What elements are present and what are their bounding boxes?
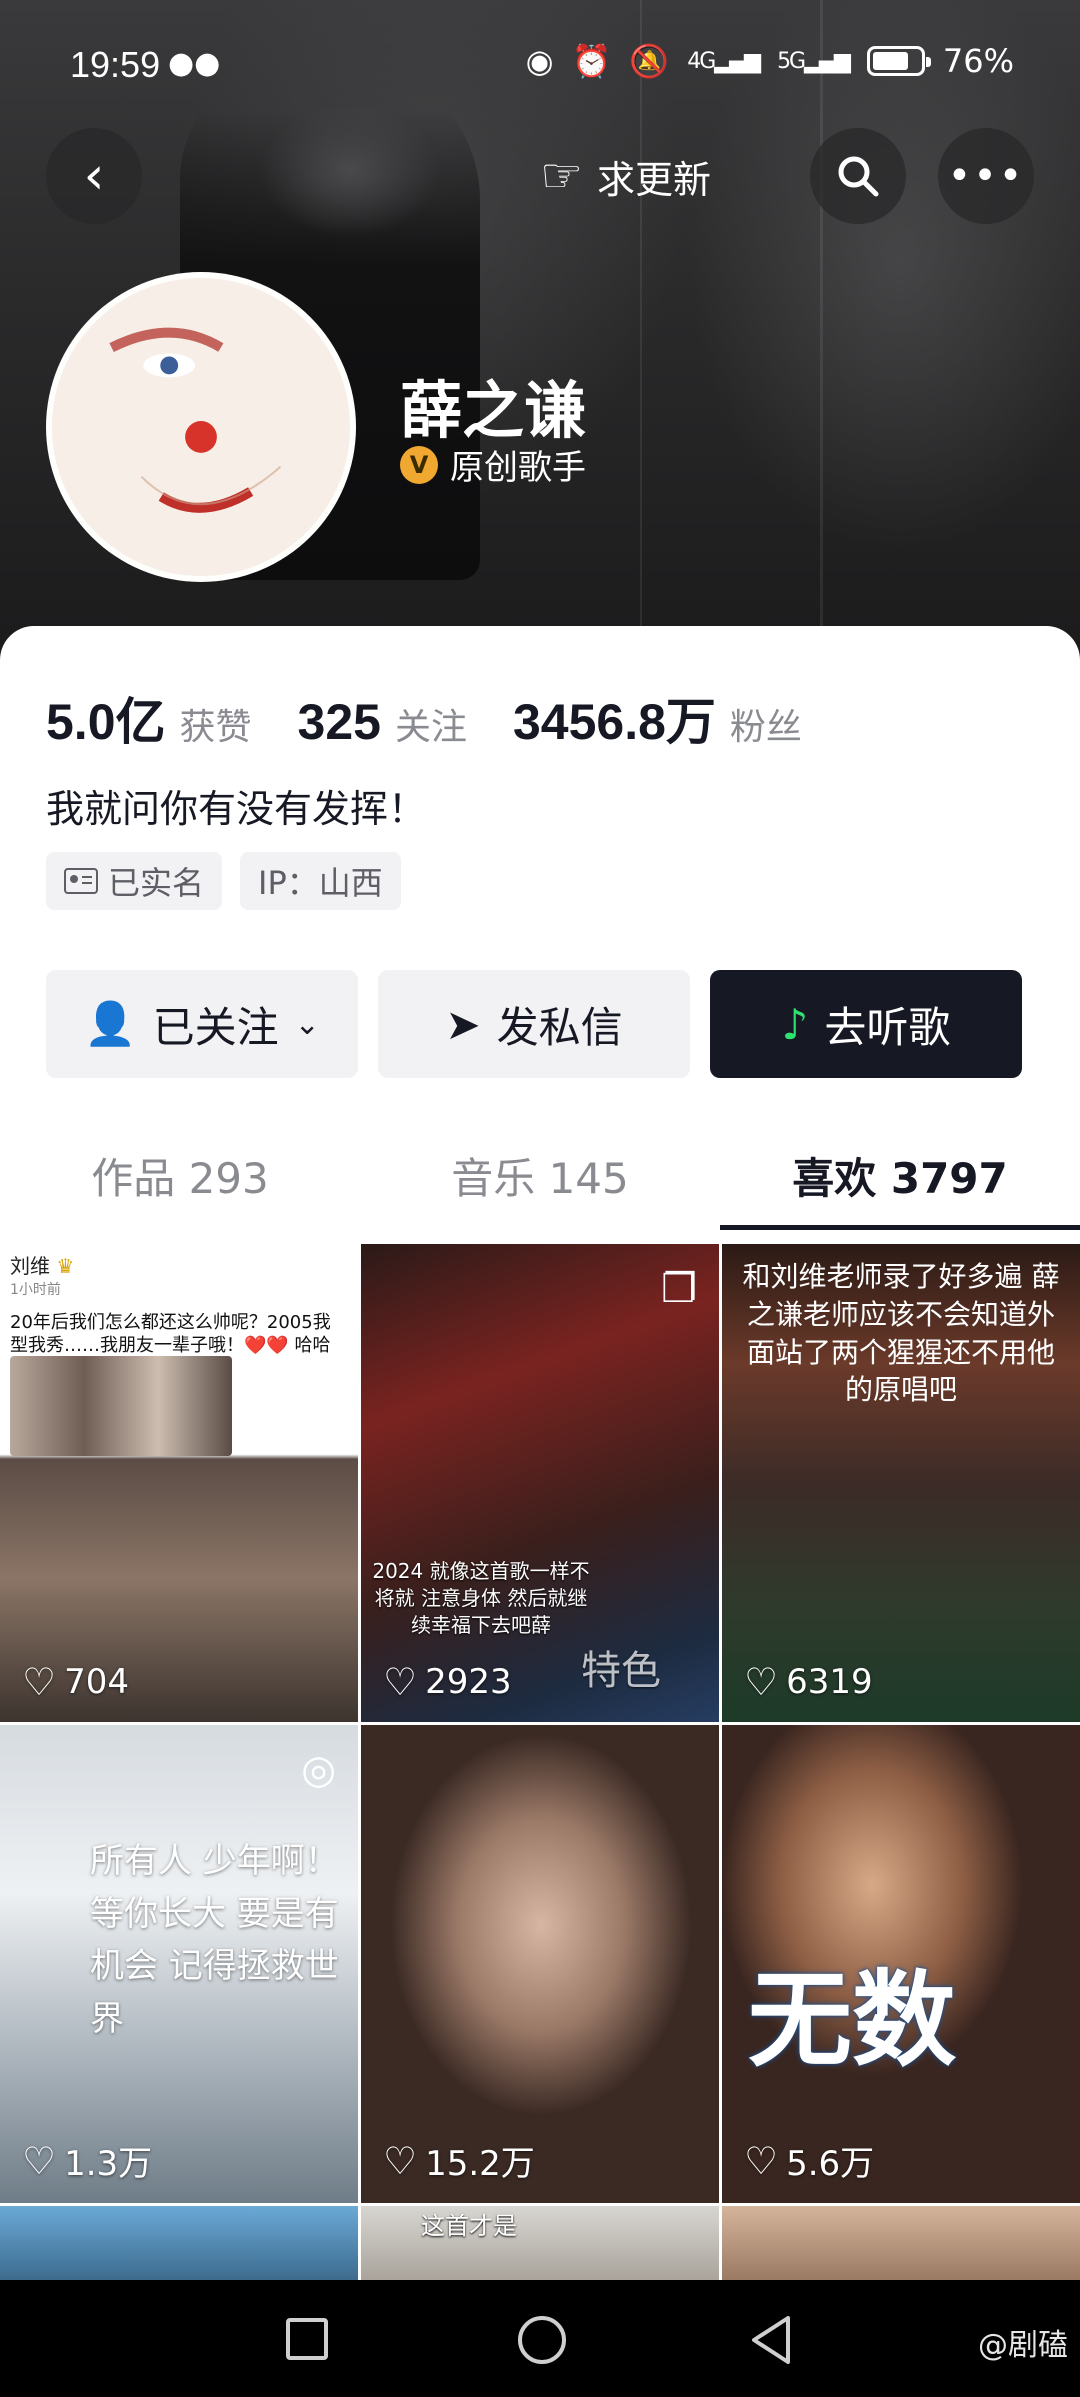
hand-point-icon: ☞: [540, 148, 584, 204]
post-time: 1小时前: [10, 1282, 61, 1298]
heart-icon: ♡: [22, 1660, 57, 1704]
video-thumbnail[interactable]: 这首才是: [361, 2206, 719, 2280]
message-label: 发私信: [496, 1002, 623, 1052]
heart-icon: ♡: [383, 1660, 418, 1704]
battery-icon: [866, 46, 931, 76]
profile-info-sheet: 5.0亿 获赞 325 关注 3456.8万 粉丝 我就问你有没有发挥！ 已实名…: [0, 626, 1080, 1246]
verified-badge-icon: V: [400, 445, 438, 484]
action-buttons: 👤 已关注 ⌄ ➤ 发私信 ♪ 去听歌: [46, 970, 1022, 1078]
battery-percent: 76%: [942, 42, 1014, 80]
id-card-icon: [64, 868, 98, 894]
stat-label: 粉丝: [729, 707, 802, 748]
heart-icon: ♡: [744, 2138, 779, 2183]
like-count: ♡ 6319: [744, 1660, 873, 1704]
post-photos: [10, 1356, 232, 1456]
send-icon: ➤: [445, 999, 481, 1049]
back-button[interactable]: ‹: [46, 128, 142, 224]
heart-icon: ♡: [383, 2138, 418, 2183]
ip-tag: IP：山西: [240, 852, 401, 910]
request-update-label: 求更新: [597, 157, 712, 202]
music-note-icon: ♪: [781, 999, 809, 1049]
more-icon: •••: [947, 153, 1025, 199]
eye-icon: ◉: [525, 42, 554, 80]
video-thumbnail[interactable]: [722, 2206, 1080, 2280]
avatar[interactable]: [46, 272, 356, 582]
listen-label: 去听歌: [824, 1002, 951, 1052]
status-time: 19:59: [70, 44, 161, 85]
like-count: ♡ 2923: [383, 1660, 512, 1704]
followed-button[interactable]: 👤 已关注 ⌄: [46, 970, 358, 1078]
search-button[interactable]: [810, 128, 906, 224]
video-thumbnail[interactable]: [0, 2206, 358, 2280]
chevron-down-icon: ⌄: [294, 1006, 320, 1042]
more-button[interactable]: •••: [938, 128, 1034, 224]
status-bar: 19:59 ●● ◉ ⏰ 🔕 4G▂▄▆ 5G▂▄▆ 76%: [0, 0, 1080, 130]
tag-row: 已实名 IP：山西: [46, 852, 401, 910]
listen-button[interactable]: ♪ 去听歌: [710, 970, 1022, 1078]
realname-label: 已实名: [108, 864, 205, 902]
bio-text: 我就问你有没有发挥！: [46, 787, 427, 831]
video-caption: 2024 就像这首歌一样不将就 注意身体 然后就继续幸福下去吧薛: [372, 1559, 590, 1637]
tab-likes[interactable]: 喜欢 3797: [720, 1120, 1080, 1230]
home-button[interactable]: [518, 2316, 566, 2364]
stat-label: 关注: [394, 707, 467, 748]
user-check-icon: 👤: [84, 999, 137, 1048]
mute-icon: 🔕: [629, 42, 670, 80]
message-button[interactable]: ➤ 发私信: [378, 970, 690, 1078]
stats-row: 5.0亿 获赞 325 关注 3456.8万 粉丝: [46, 682, 848, 754]
video-thumbnail[interactable]: ❐ 2024 就像这首歌一样不将就 注意身体 然后就继续幸福下去吧薛 特色 ♡ 2…: [361, 1244, 719, 1722]
wechat-icon: ●●: [168, 46, 221, 81]
video-caption: 无数: [748, 1959, 957, 2081]
heart-icon: ♡: [744, 1660, 779, 1704]
stat-value: 5.0亿: [46, 694, 166, 750]
video-caption: 所有人 少年啊！等你长大 要是有机会 记得拯救世界: [90, 1841, 339, 2040]
multi-image-icon: ❐: [661, 1266, 697, 1312]
verify-label: 原创歌手: [450, 448, 586, 488]
heart-icon: ♡: [22, 2138, 57, 2183]
video-caption: 这首才是: [421, 2212, 517, 2240]
status-icons: ◉ ⏰ 🔕 4G▂▄▆ 5G▂▄▆ 76%: [526, 42, 1014, 80]
live-icon: ◎: [301, 1747, 336, 1793]
like-count: ♡ 15.2万: [383, 2138, 535, 2185]
ip-label: IP：山西: [258, 864, 383, 902]
stat-value: 3456.8万: [512, 694, 716, 750]
video-thumbnail[interactable]: 无数 ♡ 5.6万: [722, 1725, 1080, 2203]
signal-4g: 4G▂▄▆: [687, 48, 761, 74]
video-thumbnail[interactable]: 刘维 ♛ 1小时前 20年后我们怎么都还这么帅呢？2005我型我秀……我朋友一辈…: [0, 1244, 358, 1722]
search-icon: [838, 156, 879, 197]
like-count: ♡ 5.6万: [744, 2138, 875, 2185]
battery-fill: [872, 52, 908, 70]
video-caption: 和刘维老师录了好多遍 薛之谦老师应该不会知道外面站了两个猩猩还不用他的原唱吧: [742, 1260, 1060, 1407]
alarm-icon: ⏰: [571, 42, 612, 80]
chevron-left-icon: ‹: [83, 146, 105, 206]
request-update-button[interactable]: ☞ 求更新: [540, 140, 711, 212]
tab-works[interactable]: 作品 293: [0, 1120, 360, 1230]
stat-likes[interactable]: 5.0亿 获赞: [46, 682, 252, 754]
crown-icon: ♛: [56, 1254, 75, 1278]
badge-text: 特色: [581, 1648, 661, 1694]
stat-following[interactable]: 325 关注: [298, 693, 467, 751]
like-count: ♡ 704: [22, 1660, 129, 1704]
tab-music[interactable]: 音乐 145: [360, 1120, 720, 1230]
system-back-button[interactable]: [746, 2314, 796, 2366]
watermark: @剧磕: [978, 2328, 1068, 2363]
followed-label: 已关注: [152, 1002, 279, 1052]
stat-label: 获赞: [179, 707, 252, 748]
video-thumbnail[interactable]: ◎ 所有人 少年啊！等你长大 要是有机会 记得拯救世界 ♡ 1.3万: [0, 1725, 358, 2203]
realname-tag[interactable]: 已实名: [46, 852, 223, 910]
profile-tabs: 作品 293 音乐 145 喜欢 3797: [0, 1120, 1080, 1230]
stat-fans[interactable]: 3456.8万 粉丝: [513, 682, 802, 754]
video-thumbnail[interactable]: 和刘维老师录了好多遍 薛之谦老师应该不会知道外面站了两个猩猩还不用他的原唱吧 ♡…: [722, 1244, 1080, 1722]
system-nav-bar: @剧磕: [0, 2282, 1080, 2397]
stat-value: 325: [297, 694, 381, 750]
profile-name: 薛之谦: [400, 374, 587, 447]
like-count: ♡ 1.3万: [22, 2138, 153, 2185]
avatar-face-drawing: [52, 278, 350, 576]
video-thumbnail[interactable]: ♡ 15.2万: [361, 1725, 719, 2203]
liked-video-grid: 刘维 ♛ 1小时前 20年后我们怎么都还这么帅呢？2005我型我秀……我朋友一辈…: [0, 1244, 1080, 2280]
recent-apps-button[interactable]: [286, 2318, 328, 2360]
post-author: 刘维: [10, 1254, 50, 1278]
verify-row: V 原创歌手: [400, 440, 586, 489]
signal-5g: 5G▂▄▆: [777, 48, 851, 74]
